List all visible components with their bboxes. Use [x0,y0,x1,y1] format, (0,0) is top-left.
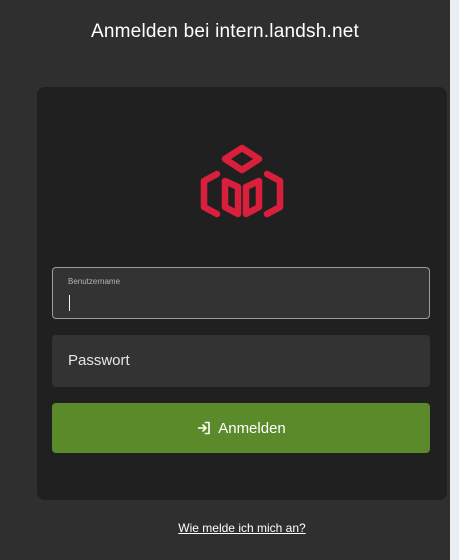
password-field[interactable]: Passwort [52,335,430,387]
cube-logo-icon [200,144,284,218]
page-title: Anmelden bei intern.landsh.net [91,21,359,42]
login-button[interactable]: Anmelden [52,403,430,453]
password-placeholder: Passwort [68,352,130,369]
sign-in-icon [196,420,212,436]
text-caret [69,295,70,311]
window-edge-strip [450,0,459,560]
login-button-label: Anmelden [218,419,286,437]
username-label: Benutzername [68,277,121,286]
username-field[interactable]: Benutzername [52,267,430,319]
help-link[interactable]: Wie melde ich mich an? [0,520,459,536]
login-card: Benutzername Passwort Anmelden [37,87,447,500]
